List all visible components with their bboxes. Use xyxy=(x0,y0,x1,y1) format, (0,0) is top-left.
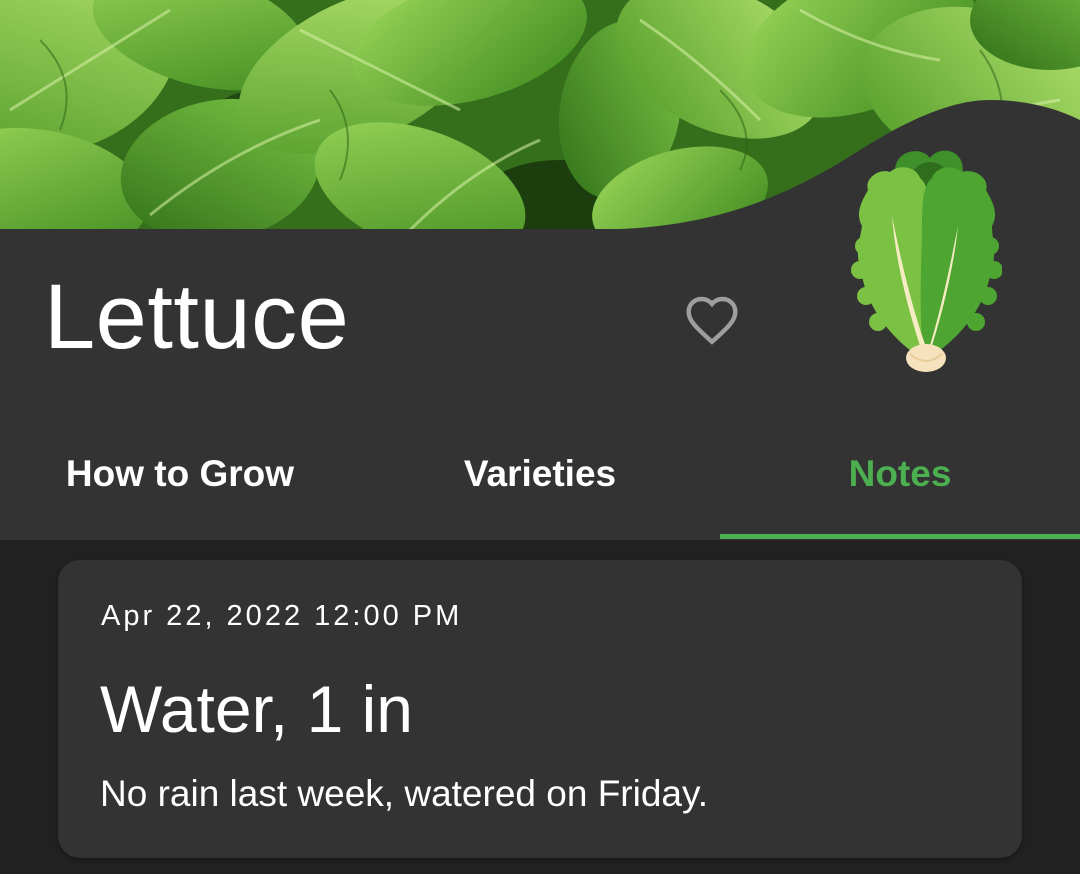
tab-notes[interactable]: Notes xyxy=(720,420,1080,540)
tab-varieties[interactable]: Varieties xyxy=(360,420,720,540)
heart-outline-icon xyxy=(686,296,738,345)
note-body: No rain last week, watered on Friday. xyxy=(100,773,709,814)
page-title: Lettuce xyxy=(44,266,350,368)
note-card[interactable]: Apr 22, 2022 12:00 PM Water, 1 in No rai… xyxy=(58,560,1022,858)
tab-label: Notes xyxy=(848,453,952,494)
note-date: Apr 22, 2022 12:00 PM xyxy=(101,600,463,632)
favorite-button[interactable] xyxy=(680,288,744,352)
tab-bar: How to Grow Varieties Notes xyxy=(0,420,1080,540)
tab-label: Varieties xyxy=(463,453,617,494)
lettuce-icon xyxy=(850,146,1003,376)
tab-how-to-grow[interactable]: How to Grow xyxy=(0,420,360,540)
crop-detail-screen: Lettuce How to Grow Varieties Notes Apr … xyxy=(0,0,1080,874)
active-tab-indicator xyxy=(720,534,1080,539)
note-title: Water, 1 in xyxy=(100,672,414,746)
tab-label: How to Grow xyxy=(65,453,295,494)
